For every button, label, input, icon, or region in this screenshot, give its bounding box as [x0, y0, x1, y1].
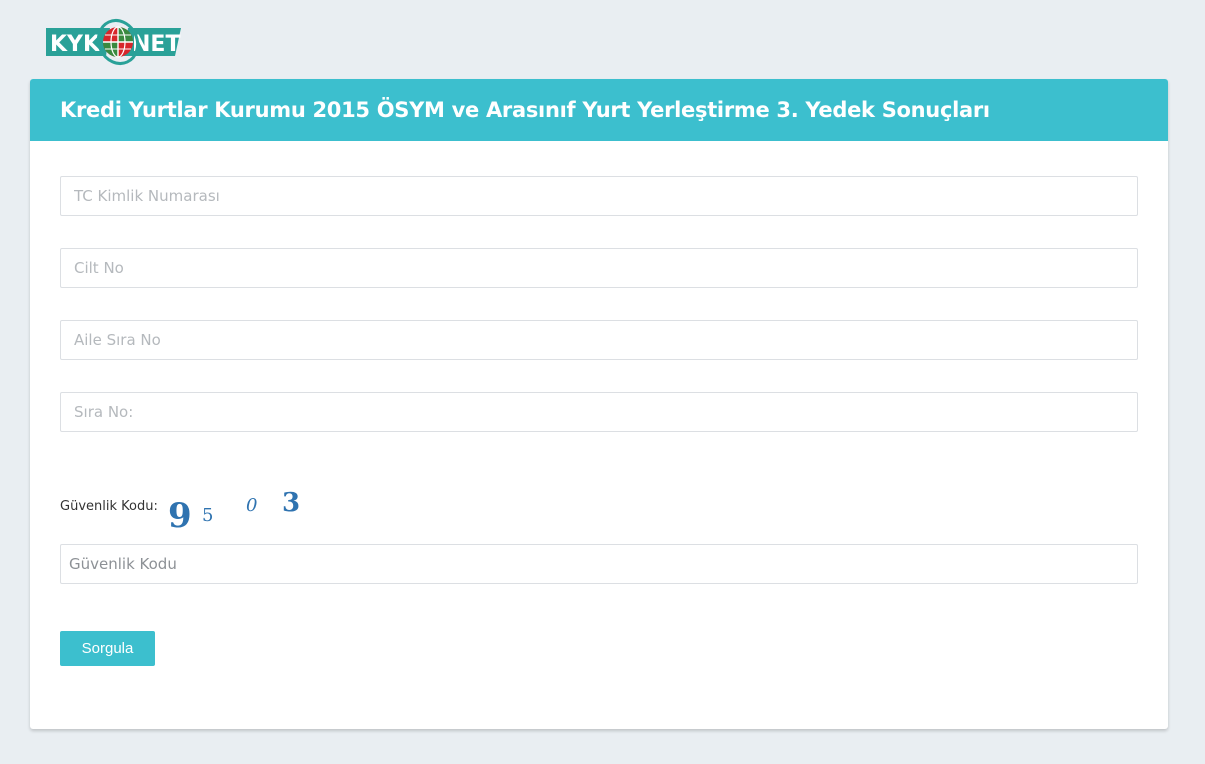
captcha-char-4: 3 — [282, 488, 300, 518]
tc-kimlik-input[interactable] — [60, 176, 1138, 216]
panel-header: Kredi Yurtlar Kurumu 2015 ÖSYM ve Arasın… — [30, 79, 1168, 141]
sira-no-input[interactable] — [60, 392, 1138, 432]
query-panel: Kredi Yurtlar Kurumu 2015 ÖSYM ve Arasın… — [30, 79, 1168, 729]
logo-left-text: KYK — [50, 32, 101, 57]
cilt-no-input[interactable] — [60, 248, 1138, 288]
captcha-row: Güvenlik Kodu: 9 5 0 3 — [60, 481, 304, 531]
captcha-char-3: 0 — [246, 495, 257, 516]
logo-graphic: KYK NET — [46, 19, 181, 65]
captcha-image: 9 5 0 3 — [168, 488, 300, 531]
captcha-label: Güvenlik Kodu: — [60, 498, 158, 514]
logo-right-text: NET — [132, 32, 180, 57]
captcha-char-2: 5 — [202, 505, 213, 526]
captcha-char-1: 9 — [168, 496, 192, 531]
captcha-input[interactable] — [60, 544, 1138, 584]
sorgula-button[interactable]: Sorgula — [60, 631, 155, 666]
page-title: Kredi Yurtlar Kurumu 2015 ÖSYM ve Arasın… — [60, 98, 990, 122]
aile-sira-no-input[interactable] — [60, 320, 1138, 360]
kyknet-logo[interactable]: KYK NET — [44, 16, 184, 68]
globe-icon — [96, 19, 140, 65]
